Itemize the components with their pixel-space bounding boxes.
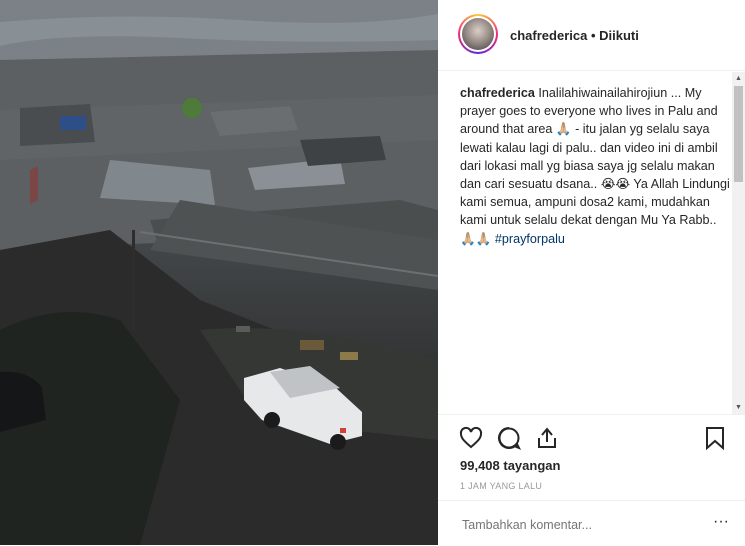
profile-photo [462, 18, 494, 50]
more-options-icon[interactable]: ··· [708, 511, 734, 533]
heart-icon [459, 426, 483, 449]
caption-text: Inalilahiwainailahirojiun ... My prayer … [460, 86, 730, 246]
view-count[interactable]: 99,408 tayangan [460, 458, 560, 473]
scroll-up-arrow-icon[interactable]: ▲ [732, 72, 745, 85]
hashtag-link[interactable]: #prayforpalu [495, 232, 565, 246]
post-author: chafrederica • Diikuti [510, 28, 639, 43]
instagram-post: chafrederica • Diikuti chafrederica Inal… [0, 0, 745, 545]
save-button[interactable] [702, 425, 728, 451]
post-header: chafrederica • Diikuti [438, 0, 745, 71]
post-sidebar: chafrederica • Diikuti chafrederica Inal… [438, 0, 745, 545]
comment-input[interactable] [460, 515, 704, 535]
bookmark-icon [706, 427, 724, 451]
share-icon [538, 427, 556, 448]
comment-button[interactable] [496, 425, 522, 451]
username-link[interactable]: chafrederica [510, 28, 587, 43]
follow-status-button[interactable]: Diikuti [599, 28, 639, 43]
scroll-thumb[interactable] [734, 86, 743, 182]
scroll-down-arrow-icon[interactable]: ▼ [732, 401, 745, 414]
comment-bubble-icon [498, 427, 522, 450]
share-button[interactable] [534, 425, 560, 451]
separator-dot: • [587, 28, 600, 43]
caption-scrollbar[interactable]: ▲ ▼ [732, 72, 745, 414]
post-timestamp[interactable]: 1 JAM YANG LALU [460, 481, 542, 491]
post-video[interactable] [0, 0, 438, 545]
avatar[interactable] [458, 14, 498, 54]
like-button[interactable] [458, 425, 484, 451]
caption-username-link[interactable]: chafrederica [460, 86, 535, 100]
post-caption: chafrederica Inalilahiwainailahirojiun .… [460, 84, 730, 248]
comment-box: ··· [438, 500, 745, 546]
flood-scene-image [0, 0, 438, 545]
